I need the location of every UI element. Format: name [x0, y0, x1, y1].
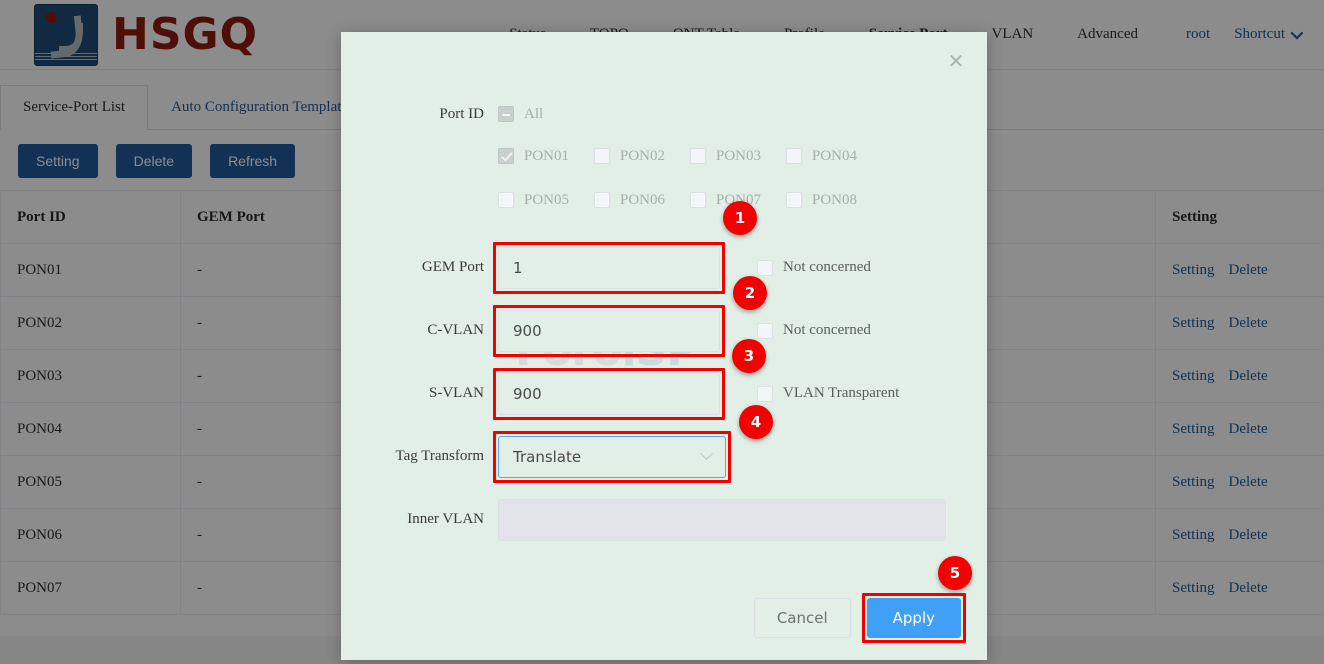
port-checkbox-pon04[interactable]: PON04: [786, 148, 882, 165]
field-row-c-vlan: C-VLAN 900 Not concerned: [341, 299, 987, 362]
port-checkbox-pon05[interactable]: PON05: [498, 192, 594, 209]
s-vlan-highlight: 900: [493, 367, 725, 420]
s-vlan-input[interactable]: 900: [498, 372, 720, 415]
close-icon[interactable]: ✕: [945, 50, 967, 72]
dialog-actions: Cancel Apply: [753, 593, 967, 643]
checkbox-vlan-transparent-label: VLAN Transparent: [783, 385, 900, 401]
field-row-tag-transform: Tag Transform Translate: [341, 425, 987, 488]
field-row-inner-vlan: Inner VLAN: [341, 488, 987, 551]
checkbox-all-ports-label: All: [524, 105, 544, 122]
chevron-down-icon: [700, 447, 713, 461]
checkbox-gem-port-not-concerned[interactable]: [757, 259, 773, 276]
tag-transform-value: Translate: [513, 447, 582, 466]
gem-port-input[interactable]: 1: [498, 246, 720, 289]
checkbox-pon02-label: PON02: [620, 147, 666, 164]
apply-highlight: Apply: [861, 593, 967, 643]
checkbox-pon07[interactable]: [690, 192, 706, 208]
c-vlan-input[interactable]: 900: [498, 309, 720, 352]
field-row-port-id: Port ID All: [341, 94, 987, 134]
cancel-button[interactable]: Cancel: [753, 598, 851, 638]
tag-transform-select[interactable]: Translate: [498, 435, 726, 478]
checkbox-pon06-label: PON06: [620, 191, 666, 208]
annotation-badge-5: 5: [938, 556, 972, 590]
checkbox-pon04-label: PON04: [812, 147, 858, 164]
annotation-badge-4: 4: [739, 405, 773, 439]
port-checkbox-pon01[interactable]: PON01: [498, 148, 594, 165]
service-port-setting-dialog: ✕ ForoiSP Port ID All PON01 PON02 PON03: [341, 32, 987, 660]
label-port-id: Port ID: [439, 105, 484, 122]
inner-vlan-input[interactable]: [498, 498, 946, 541]
checkbox-all-ports[interactable]: [498, 106, 514, 122]
label-inner-vlan: Inner VLAN: [407, 511, 484, 527]
label-s-vlan: S-VLAN: [429, 385, 484, 401]
port-checkbox-row-2: PON05 PON06 PON07 PON08: [341, 178, 987, 222]
checkbox-pon08[interactable]: [786, 192, 802, 208]
checkbox-pon05[interactable]: [498, 192, 514, 208]
tag-transform-highlight: Translate: [493, 430, 731, 483]
annotation-badge-2: 2: [733, 276, 767, 310]
label-gem-port: GEM Port: [421, 259, 484, 275]
port-checkbox-pon06[interactable]: PON06: [594, 192, 690, 209]
port-checkbox-pon02[interactable]: PON02: [594, 148, 690, 165]
c-vlan-highlight: 900: [493, 304, 725, 357]
label-c-vlan: C-VLAN: [427, 322, 484, 338]
checkbox-pon01[interactable]: [498, 148, 514, 164]
checkbox-pon06[interactable]: [594, 192, 610, 208]
checkbox-gem-port-not-concerned-label: Not concerned: [783, 259, 871, 275]
checkbox-pon03-label: PON03: [716, 147, 762, 164]
checkbox-pon01-label: PON01: [524, 147, 570, 164]
checkbox-vlan-transparent[interactable]: [757, 385, 773, 402]
checkbox-pon05-label: PON05: [524, 191, 570, 208]
label-tag-transform: Tag Transform: [395, 448, 484, 464]
port-checkbox-pon03[interactable]: PON03: [690, 148, 786, 165]
annotation-badge-3: 3: [732, 339, 766, 373]
checkbox-c-vlan-not-concerned[interactable]: [757, 322, 773, 339]
checkbox-pon02[interactable]: [594, 148, 610, 164]
port-checkbox-row-1: PON01 PON02 PON03 PON04: [341, 134, 987, 178]
checkbox-c-vlan-not-concerned-label: Not concerned: [783, 322, 871, 338]
checkbox-pon04[interactable]: [786, 148, 802, 164]
field-row-s-vlan: S-VLAN 900 VLAN Transparent: [341, 362, 987, 425]
apply-button[interactable]: Apply: [866, 598, 961, 638]
checkbox-pon08-label: PON08: [812, 191, 858, 208]
checkbox-pon03[interactable]: [690, 148, 706, 164]
annotation-badge-1: 1: [723, 201, 757, 235]
port-checkbox-pon08[interactable]: PON08: [786, 192, 882, 209]
field-row-gem-port: GEM Port 1 Not concerned: [341, 236, 987, 299]
setting-form: Port ID All PON01 PON02 PON03 PON04 PON0…: [341, 32, 987, 551]
gem-port-highlight: 1: [493, 241, 725, 294]
